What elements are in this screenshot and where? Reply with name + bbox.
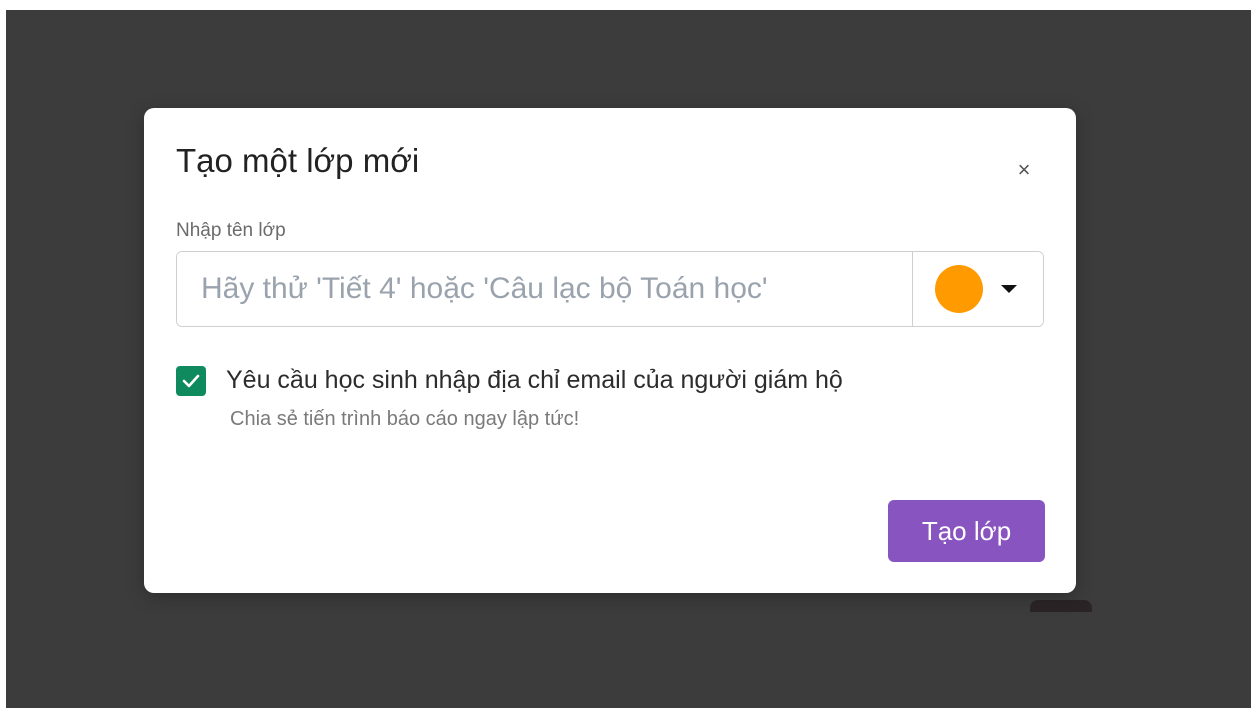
close-button[interactable]: ×	[1006, 152, 1042, 188]
color-picker-dropdown[interactable]	[912, 252, 1043, 326]
guardian-email-label[interactable]: Yêu cầu học sinh nhập địa chỉ email của …	[226, 366, 843, 395]
class-name-input[interactable]	[177, 252, 912, 326]
background-shape	[1030, 600, 1092, 612]
checkmark-icon	[182, 374, 200, 388]
create-class-dialog: Tạo một lớp mới × Nhập tên lớp Yêu cầu h…	[144, 108, 1076, 593]
caret-down-icon	[1001, 285, 1017, 293]
guardian-email-checkbox[interactable]	[176, 366, 206, 396]
class-name-label: Nhập tên lớp	[176, 220, 286, 241]
screenshot-frame: Tạo một lớp mới × Nhập tên lớp Yêu cầu h…	[0, 0, 1251, 708]
close-icon: ×	[1017, 157, 1031, 182]
create-class-button[interactable]: Tạo lớp	[888, 500, 1045, 562]
guardian-email-helper: Chia sẻ tiến trình báo cáo ngay lập tức!	[230, 408, 580, 430]
color-swatch	[935, 265, 983, 313]
class-name-group	[176, 251, 1044, 327]
dialog-title: Tạo một lớp mới	[176, 142, 420, 179]
